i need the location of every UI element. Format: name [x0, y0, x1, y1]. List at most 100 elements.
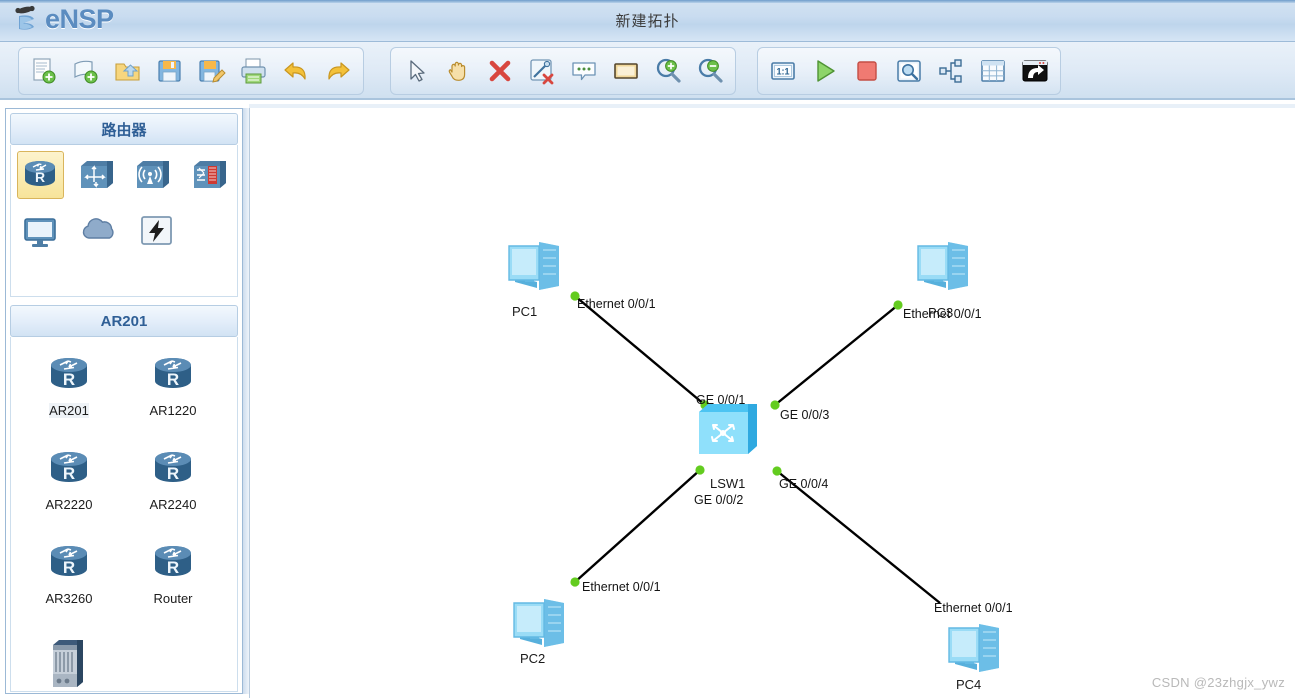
printer-icon[interactable]: [233, 50, 275, 92]
magnifier-plus-icon[interactable]: [647, 50, 689, 92]
model-item-ar2220[interactable]: R AR2220: [17, 441, 121, 535]
document-title: 新建拓扑: [615, 13, 680, 30]
wireless-ap-icon: [137, 161, 170, 188]
port-label-lsw1-ge2: GE 0/0/2: [694, 493, 744, 507]
firewall-box-icon: [193, 161, 226, 188]
redo-arrow-icon[interactable]: [317, 50, 359, 92]
device-category-row-2: [17, 207, 233, 255]
device-category-row-1: R: [17, 151, 233, 199]
device-panel-title: 路由器: [10, 113, 238, 145]
green-play-icon[interactable]: [804, 50, 846, 92]
main-toolbar: 1:1: [0, 42, 1295, 100]
device-category-wlan[interactable]: [130, 151, 176, 199]
port-label-pc2-eth: Ethernet 0/0/1: [582, 580, 661, 594]
router-cylinder-icon: R: [25, 161, 56, 186]
pc-workstation-icon: [917, 242, 968, 290]
model-label: AR2220: [45, 497, 93, 512]
save-disk-icon[interactable]: [149, 50, 191, 92]
router-cylinder-icon: R: [155, 452, 191, 483]
port-led-lsw1-ge2: [695, 465, 705, 475]
toolbar-group-file: [18, 47, 364, 95]
model-label: AR3260: [45, 591, 93, 606]
router-cylinder-icon: R: [51, 546, 87, 577]
monitor-icon: [24, 218, 56, 247]
model-label: Router: [153, 591, 193, 606]
device-category-endpoint[interactable]: [17, 207, 65, 255]
svg-text:R: R: [167, 464, 179, 483]
new-document-icon[interactable]: [23, 50, 65, 92]
magnifier-minus-icon[interactable]: [689, 50, 731, 92]
topology-canvas[interactable]: PC1 PC3 LSW1 PC2 PC4 Ethernet 0/0/1 Ethe…: [249, 108, 1295, 698]
switch-box-icon: [80, 161, 113, 188]
port-label-pc3-eth: Ethernet 0/0/1: [903, 307, 982, 321]
port-label-lsw1-ge4: GE 0/0/4: [779, 477, 829, 491]
save-as-disk-icon[interactable]: [191, 50, 233, 92]
console-window-icon[interactable]: [1014, 50, 1056, 92]
chassis-router-icon: [53, 640, 83, 687]
toolbar-group-run: 1:1: [757, 47, 1061, 95]
model-label: AR2240: [149, 497, 197, 512]
remove-link-icon[interactable]: [521, 50, 563, 92]
grid-icon[interactable]: [972, 50, 1014, 92]
undo-arrow-icon[interactable]: [275, 50, 317, 92]
link-pc1-lsw1: [574, 295, 706, 406]
pc-workstation-icon: [513, 599, 564, 647]
svg-text:R: R: [167, 370, 179, 389]
model-panel: R AR201 R AR1220 R AR2220 R AR2240 R AR3…: [10, 337, 238, 692]
svg-text:1:1: 1:1: [776, 67, 789, 77]
model-item-ar1220[interactable]: R AR1220: [121, 347, 225, 441]
node-label-pc2: PC2: [520, 651, 546, 666]
router-cylinder-icon: R: [51, 358, 87, 389]
device-category-connection[interactable]: [133, 207, 181, 255]
port-led-lsw1-ge3: [770, 400, 780, 410]
cursor-arrow-icon[interactable]: [395, 50, 437, 92]
model-item-chassis[interactable]: [17, 629, 121, 698]
model-grid: R AR201 R AR1220 R AR2220 R AR2240 R AR3…: [17, 347, 233, 698]
port-led-pc3: [893, 300, 903, 310]
red-stop-icon[interactable]: [846, 50, 888, 92]
new-page-icon[interactable]: [65, 50, 107, 92]
port-label-pc1-eth: Ethernet 0/0/1: [577, 297, 656, 311]
toolbar-group-edit: [390, 47, 736, 95]
device-category-cloud[interactable]: [75, 207, 123, 255]
model-label: AR201: [49, 403, 89, 418]
port-label-lsw1-ge3: GE 0/0/3: [780, 408, 830, 422]
red-x-icon[interactable]: [479, 50, 521, 92]
svg-text:R: R: [63, 464, 75, 483]
link-pc3-lsw1: [774, 304, 899, 406]
one-to-one-icon[interactable]: 1:1: [762, 50, 804, 92]
hand-icon[interactable]: [437, 50, 479, 92]
model-item-ar201[interactable]: R AR201: [17, 347, 121, 441]
open-folder-icon[interactable]: [107, 50, 149, 92]
device-sidebar: 路由器 R AR201 R AR201 R AR1220 R AR2220 R …: [5, 108, 243, 694]
device-category-router[interactable]: R: [17, 151, 64, 199]
svg-text:R: R: [167, 558, 179, 577]
title-bar: eNSP 新建拓扑: [0, 0, 1295, 42]
port-label-pc4-eth: Ethernet 0/0/1: [934, 601, 1013, 615]
pc-workstation-icon: [948, 624, 999, 672]
lightning-link-icon: [141, 216, 172, 245]
comment-balloon-icon[interactable]: [563, 50, 605, 92]
port-label-lsw1-ge1: GE 0/0/1: [696, 393, 746, 407]
device-category-firewall[interactable]: [187, 151, 233, 199]
model-item-router[interactable]: R Router: [121, 535, 225, 629]
port-led-lsw1-ge4: [772, 466, 782, 476]
router-cylinder-icon: R: [155, 546, 191, 577]
tree-hierarchy-icon[interactable]: [930, 50, 972, 92]
device-category-switch[interactable]: [74, 151, 120, 199]
pc-workstation-icon: [508, 242, 559, 290]
svg-text:R: R: [63, 370, 75, 389]
model-item-ar2240[interactable]: R AR2240: [121, 441, 225, 535]
model-label: AR1220: [149, 403, 197, 418]
model-item-ar3260[interactable]: R AR3260: [17, 535, 121, 629]
node-label-pc1: PC1: [512, 304, 538, 319]
rectangle-icon[interactable]: [605, 50, 647, 92]
node-label-lsw1: LSW1: [710, 476, 746, 491]
cloud-icon: [82, 218, 114, 239]
svg-text:R: R: [35, 169, 45, 185]
capture-magnifier-icon[interactable]: [888, 50, 930, 92]
ensp-application-window: eNSP 新建拓扑 1:1 路由器 R AR201 R AR201 R AR12…: [0, 0, 1295, 698]
router-cylinder-icon: R: [155, 358, 191, 389]
node-label-pc4: PC4: [956, 677, 982, 692]
watermark: CSDN @23zhgjx_ywz: [1151, 675, 1285, 690]
